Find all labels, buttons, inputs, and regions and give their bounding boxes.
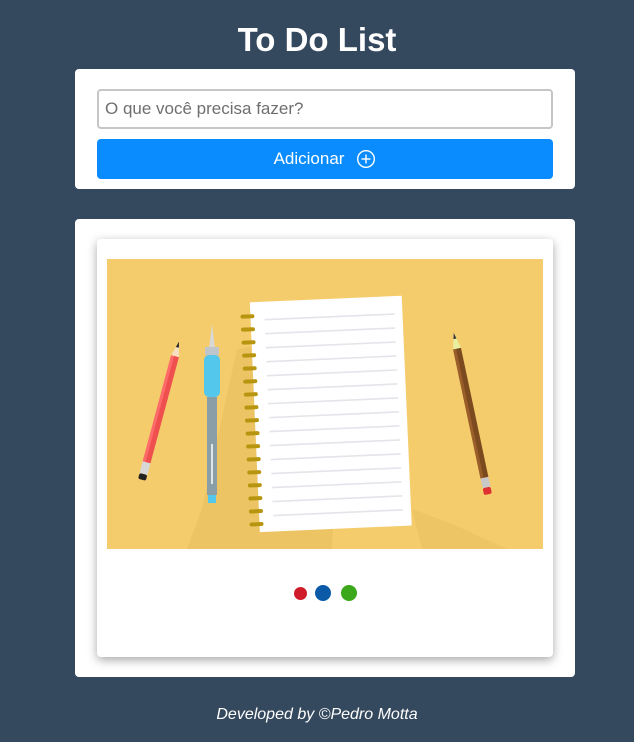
task-list-card [75,219,575,677]
blue-dot [314,585,331,601]
green-dot [340,585,357,601]
status-dots [97,584,553,602]
add-button-label: Adicionar [273,149,345,168]
plus-circle-icon [356,149,376,169]
empty-state-card [97,239,553,657]
add-button[interactable]: Adicionar [97,139,553,179]
page-title: To Do List [237,21,397,58]
footer-credit: Developed by ©Pedro Motta [216,706,418,723]
red-dot [293,586,307,600]
add-task-card: Adicionar [75,69,575,189]
notebook [240,295,412,533]
notebook-illustration [107,259,543,549]
task-input[interactable] [97,89,553,129]
